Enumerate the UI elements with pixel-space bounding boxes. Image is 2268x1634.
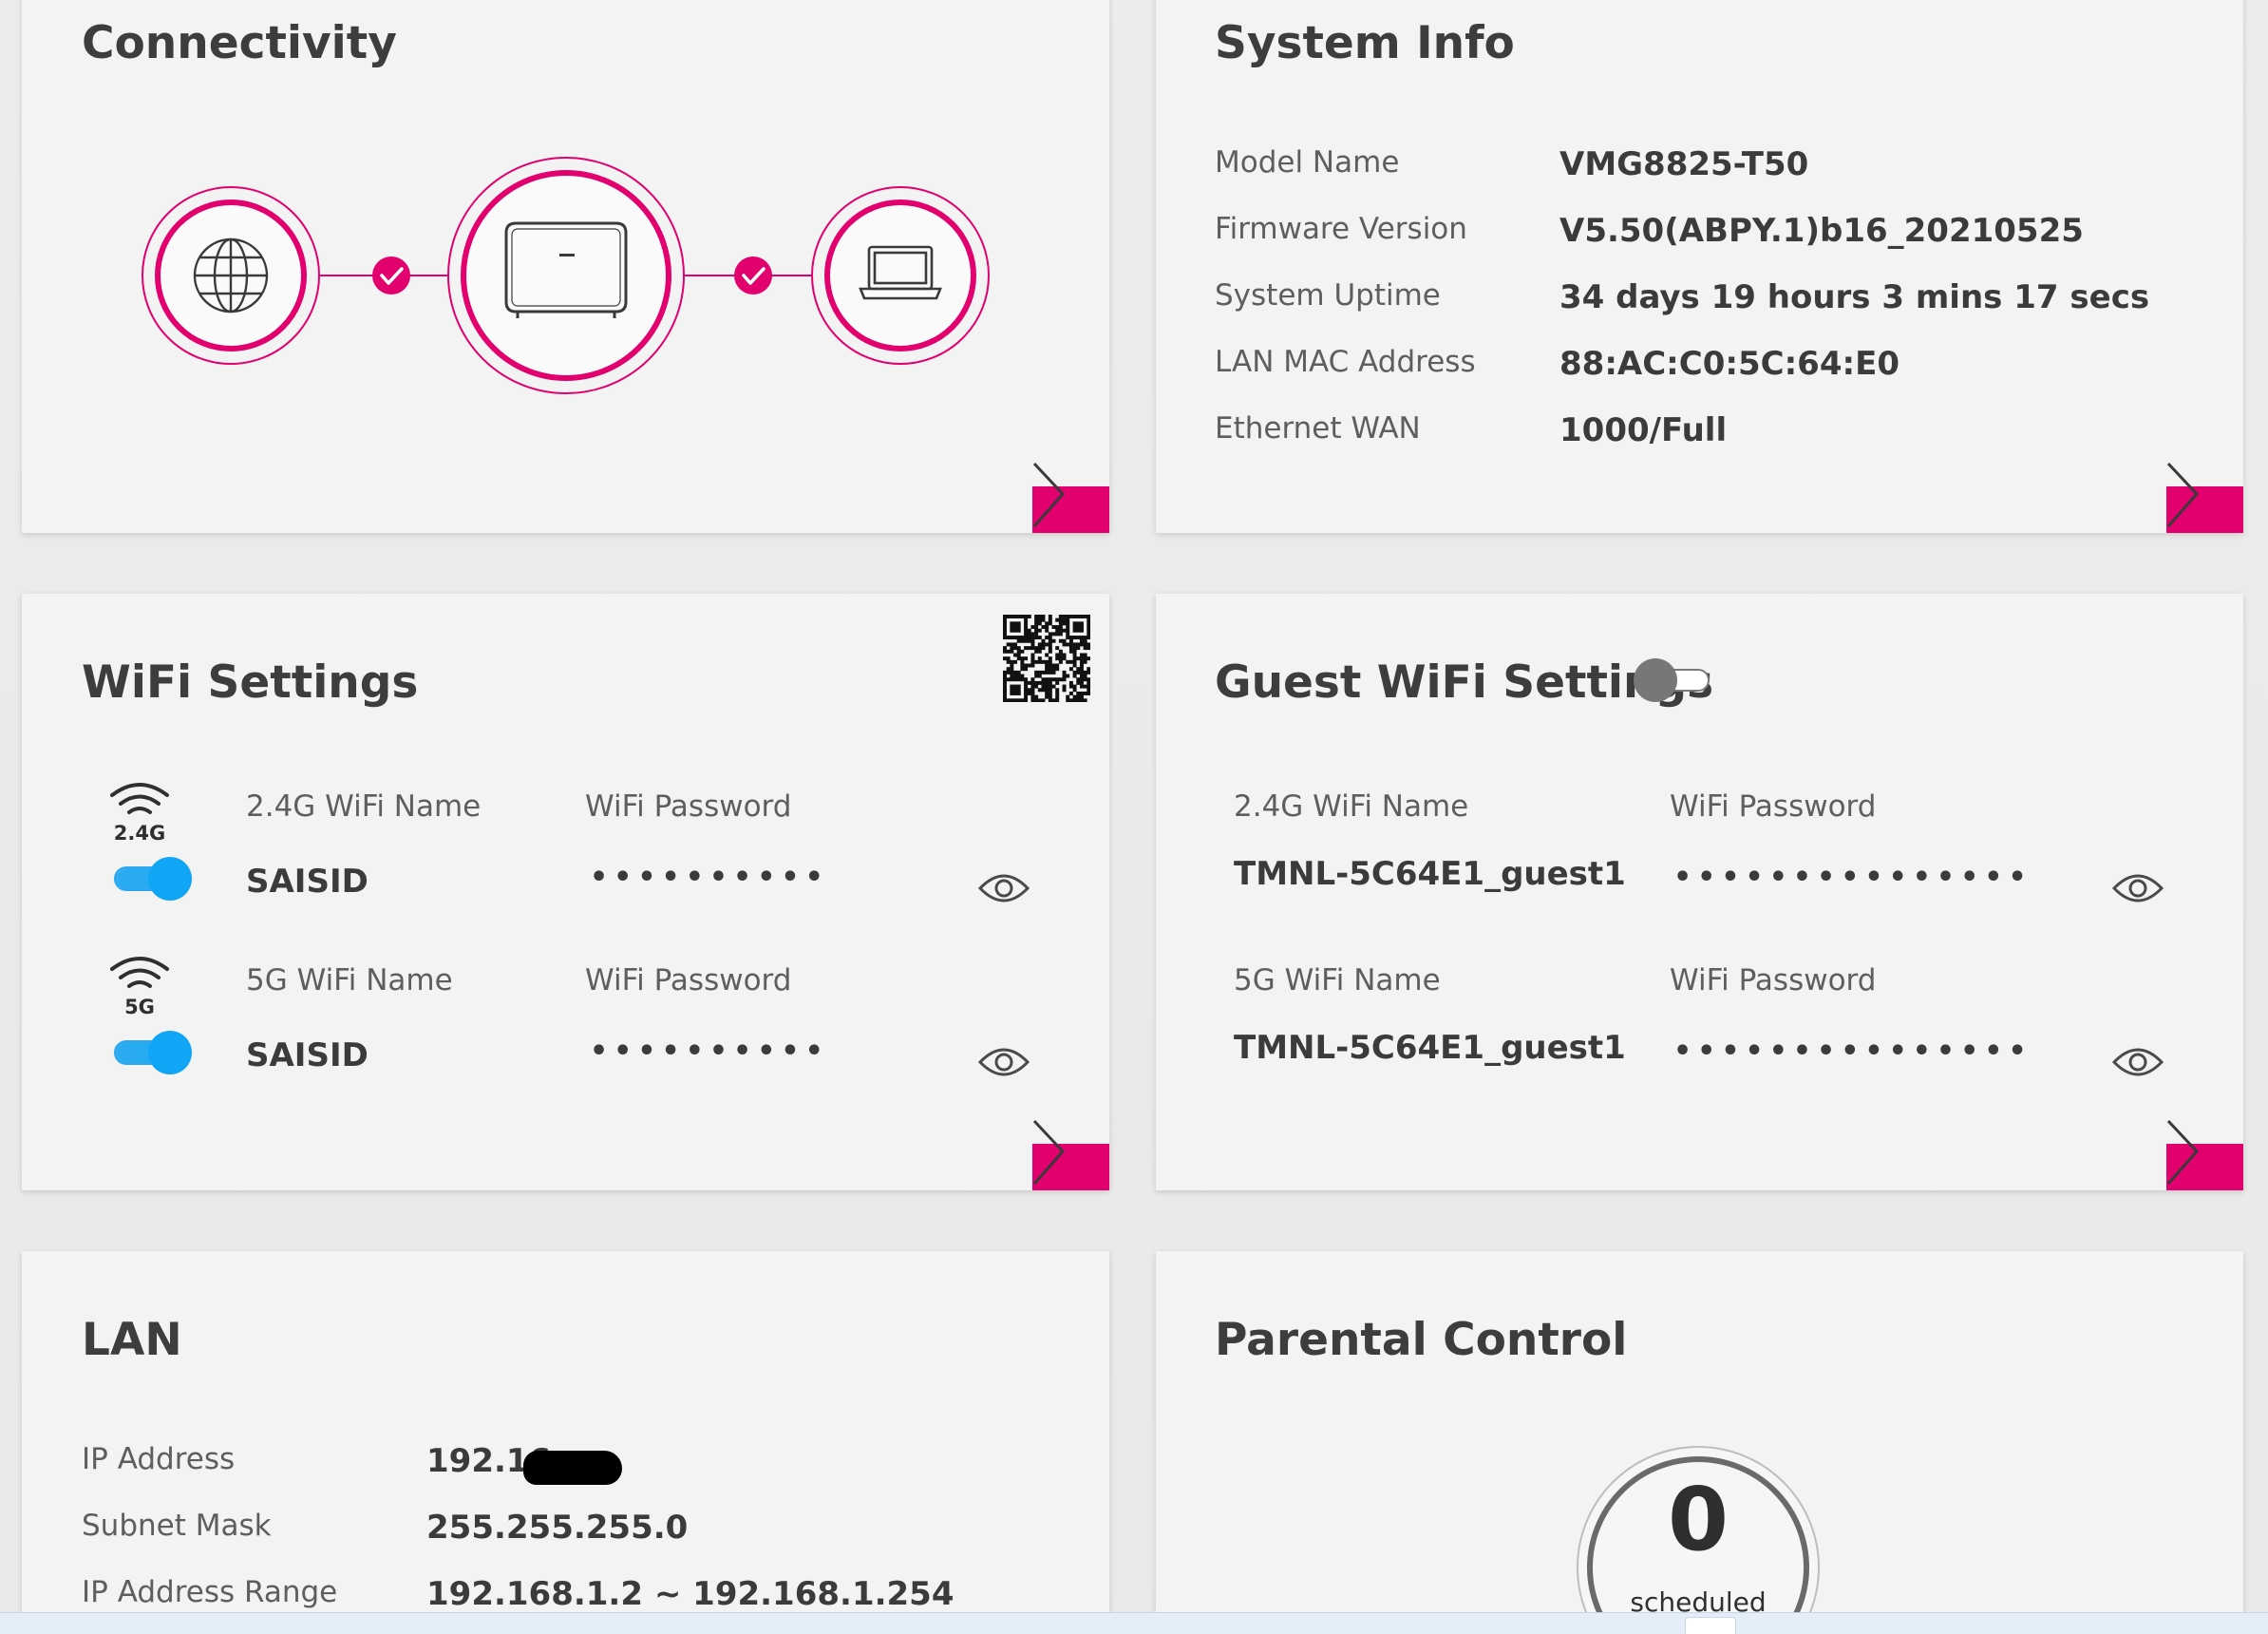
laptop-node <box>811 186 990 365</box>
system-uptime-value: 34 days 19 hours 3 mins 17 secs <box>1559 278 2150 316</box>
wifi-5g-password-value: •••••••••• <box>590 1035 829 1068</box>
router-node <box>447 157 685 394</box>
system-info-title: System Info <box>1215 17 1515 69</box>
qr-code-icon[interactable] <box>1003 615 1090 702</box>
eye-icon[interactable] <box>2111 1043 2164 1081</box>
parental-control-title: Parental Control <box>1215 1314 1628 1366</box>
wifi-5g-name-label: 5G WiFi Name <box>246 963 453 998</box>
chevron-right-icon <box>1032 462 1066 527</box>
lan-mac-label: LAN MAC Address <box>1215 345 1476 379</box>
dashboard-page: Connectivity System Info Model Name VMG8… <box>0 0 2268 1634</box>
wifi-settings-more-button[interactable] <box>1032 1119 1109 1190</box>
check-icon <box>734 256 772 294</box>
wifi-5g-password-label: WiFi Password <box>585 963 792 998</box>
wifi-5g-name-value: SAISID <box>246 1036 369 1074</box>
parental-control-card: Parental Control 0 scheduled rules <box>1156 1251 2243 1634</box>
guest-24g-name-value: TMNL-5C64E1_guest1 <box>1234 855 1626 893</box>
system-uptime-label: System Uptime <box>1215 278 1441 313</box>
guest-24g-password-value: ••••••••••••••• <box>1673 861 2032 894</box>
chevron-right-icon <box>1032 1119 1066 1185</box>
wifi-24g-password-label: WiFi Password <box>585 789 792 824</box>
guest-wifi-card: Guest WiFi Settings 2.4G WiFi Name WiFi … <box>1156 594 2243 1190</box>
ip-address-range-label: IP Address Range <box>82 1575 338 1609</box>
connectivity-card: Connectivity <box>22 0 1109 533</box>
guest-24g-password-label: WiFi Password <box>1670 789 1877 824</box>
wifi-settings-card: WiFi Settings 2.4G 2.4G WiFi Name WiFi P… <box>22 594 1109 1190</box>
chevron-right-icon <box>2166 1119 2200 1185</box>
ip-address-label: IP Address <box>82 1442 236 1476</box>
connectivity-more-button[interactable] <box>1032 462 1109 533</box>
lan-card: LAN IP Address 192.16 Subnet Mask 255.25… <box>22 1251 1109 1634</box>
subnet-mask-label: Subnet Mask <box>82 1509 272 1543</box>
lan-title: LAN <box>82 1314 182 1366</box>
wifi-icon <box>110 783 169 814</box>
wifi-5g-badge: 5G <box>106 954 173 1020</box>
system-info-card: System Info Model Name VMG8825-T50 Firmw… <box>1156 0 2243 533</box>
guest-wifi-toggle[interactable] <box>1634 658 1711 702</box>
eye-icon[interactable] <box>977 1043 1030 1081</box>
system-info-more-button[interactable] <box>2166 462 2243 533</box>
globe-icon <box>193 238 269 314</box>
eye-icon[interactable] <box>977 869 1030 907</box>
firmware-version-value: V5.50(ABPY.1)b16_20210525 <box>1559 212 2084 250</box>
lan-mac-value: 88:AC:C0:5C:64:E0 <box>1559 345 1899 383</box>
wifi-24g-name-value: SAISID <box>246 863 369 901</box>
globe-node <box>142 186 320 365</box>
guest-5g-password-value: ••••••••••••••• <box>1673 1035 2032 1068</box>
wifi-icon <box>110 957 169 988</box>
redaction-mark <box>523 1451 622 1485</box>
band-label: 2.4G <box>113 822 166 845</box>
subnet-mask-value: 255.255.255.0 <box>426 1509 689 1547</box>
firmware-version-label: Firmware Version <box>1215 212 1467 246</box>
band-label: 5G <box>124 996 155 1018</box>
connectivity-diagram <box>142 157 990 394</box>
guest-5g-password-label: WiFi Password <box>1670 963 1877 998</box>
wifi-24g-name-label: 2.4G WiFi Name <box>246 789 482 824</box>
check-icon <box>372 256 410 294</box>
ip-address-range-value: 192.168.1.2 ~ 192.168.1.254 <box>426 1575 954 1613</box>
wifi-24g-password-value: •••••••••• <box>590 861 829 894</box>
ethernet-wan-label: Ethernet WAN <box>1215 411 1421 446</box>
wifi-settings-title: WiFi Settings <box>82 656 419 709</box>
chevron-right-icon <box>2166 462 2200 527</box>
guest-5g-name-value: TMNL-5C64E1_guest1 <box>1234 1029 1626 1067</box>
scheduled-rules-gauge[interactable]: 0 scheduled rules <box>1575 1444 1822 1634</box>
guest-wifi-more-button[interactable] <box>2166 1119 2243 1190</box>
guest-5g-name-label: 5G WiFi Name <box>1234 963 1441 998</box>
wifi-24g-toggle[interactable] <box>114 857 192 901</box>
model-name-label: Model Name <box>1215 145 1400 180</box>
wifi-5g-toggle[interactable] <box>114 1031 192 1074</box>
browser-bottom-bar <box>0 1612 2268 1634</box>
scroll-thumb[interactable] <box>1685 1617 1736 1634</box>
wifi-24g-badge: 2.4G <box>106 780 173 846</box>
scheduled-rules-count: 0 <box>1667 1469 1729 1570</box>
eye-icon[interactable] <box>2111 869 2164 907</box>
model-name-value: VMG8825-T50 <box>1559 145 1809 183</box>
ethernet-wan-value: 1000/Full <box>1559 411 1728 449</box>
guest-24g-name-label: 2.4G WiFi Name <box>1234 789 1469 824</box>
